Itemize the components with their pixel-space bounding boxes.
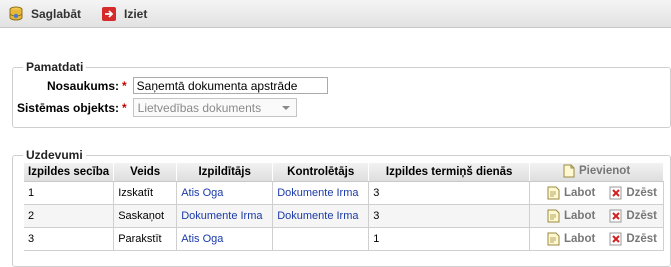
tasks-legend: Uzdevumi [23,148,86,162]
cell-term: 3 [368,181,531,205]
cell-order: 3 [24,227,115,251]
cell-controller-link[interactable]: Dokumente Irma [272,181,370,205]
system-object-row: Sistēmas objekts: * Lietvedības dokument… [16,98,297,117]
cell-type: Parakstīt [113,227,178,251]
edit-label: Labot [564,210,596,222]
delete-button[interactable]: Dzēst [609,232,657,246]
cell-controller-link[interactable] [272,227,370,251]
save-button[interactable]: Saglabāt [2,3,87,25]
delete-button[interactable]: Dzēst [609,209,657,223]
col-controller: Kontrolētājs [272,163,370,182]
edit-label: Labot [564,233,596,245]
col-type: Veids [113,163,178,182]
delete-label: Dzēst [626,210,657,222]
add-button[interactable]: Pievienot [563,164,630,178]
edit-button[interactable]: Labot [547,232,595,246]
exit-label: Iziet [124,6,148,21]
cell-type: Saskaņot [113,204,178,228]
required-mark: * [122,100,127,115]
delete-icon [609,232,622,246]
cell-actions: Labot Dzēst [529,227,664,251]
edit-document-icon [547,232,560,246]
required-mark: * [122,78,127,93]
edit-button[interactable]: Labot [547,209,595,223]
database-save-icon [8,6,24,22]
cell-type: Izskatīt [113,181,178,205]
cell-order: 1 [24,181,115,205]
cell-term: 1 [368,227,531,251]
table-row: 2 Saskaņot Dokumente Irma Dokumente Irma… [24,204,664,228]
cell-term: 3 [368,204,531,228]
delete-button[interactable]: Dzēst [609,186,657,200]
add-document-icon [563,164,575,177]
add-label: Pievienot [579,164,631,177]
cell-actions: Labot Dzēst [529,204,664,228]
col-actions: Pievienot [529,163,664,182]
cell-executor-link[interactable]: Atis Oga [176,181,274,205]
edit-document-icon [547,186,560,200]
cell-order: 2 [24,204,115,228]
exit-button[interactable]: Iziet [95,3,153,25]
exit-arrow-icon [101,6,117,22]
name-label: Nosaukums: [46,78,119,93]
name-row: Nosaukums: * [16,77,328,94]
delete-icon [609,209,622,223]
cell-executor-link[interactable]: Atis Oga [176,227,274,251]
table-row: 3 Parakstīt Atis Oga 1 Labot Dzēst [24,227,664,251]
cell-actions: Labot Dzēst [529,181,664,205]
cell-controller-link[interactable]: Dokumente Irma [272,204,370,228]
table-header-row: Izpildes secība Veids Izpildītājs Kontro… [24,163,664,182]
table-row: 1 Izskatīt Atis Oga Dokumente Irma 3 Lab… [24,181,664,205]
general-legend: Pamatdati [23,60,87,74]
save-label: Saglabāt [31,6,82,21]
col-executor: Izpildītājs [176,163,274,182]
col-order: Izpildes secība [24,163,115,182]
edit-document-icon [547,209,560,223]
edit-label: Labot [564,187,596,199]
delete-label: Dzēst [626,187,657,199]
toolbar: Saglabāt Iziet [0,0,671,28]
system-object-label: Sistēmas objekts: [16,100,119,115]
col-term: Izpildes termiņš dienās [368,163,531,182]
name-input[interactable] [132,77,328,94]
delete-icon [609,186,622,200]
edit-button[interactable]: Labot [547,186,595,200]
cell-executor-link[interactable]: Dokumente Irma [176,204,274,228]
delete-label: Dzēst [626,233,657,245]
tasks-table: Izpildes secība Veids Izpildītājs Kontro… [24,163,664,251]
system-object-select[interactable]: Lietvedības dokuments [132,98,297,117]
system-object-value: Lietvedības dokuments [137,100,262,115]
chevron-down-icon [281,106,290,110]
